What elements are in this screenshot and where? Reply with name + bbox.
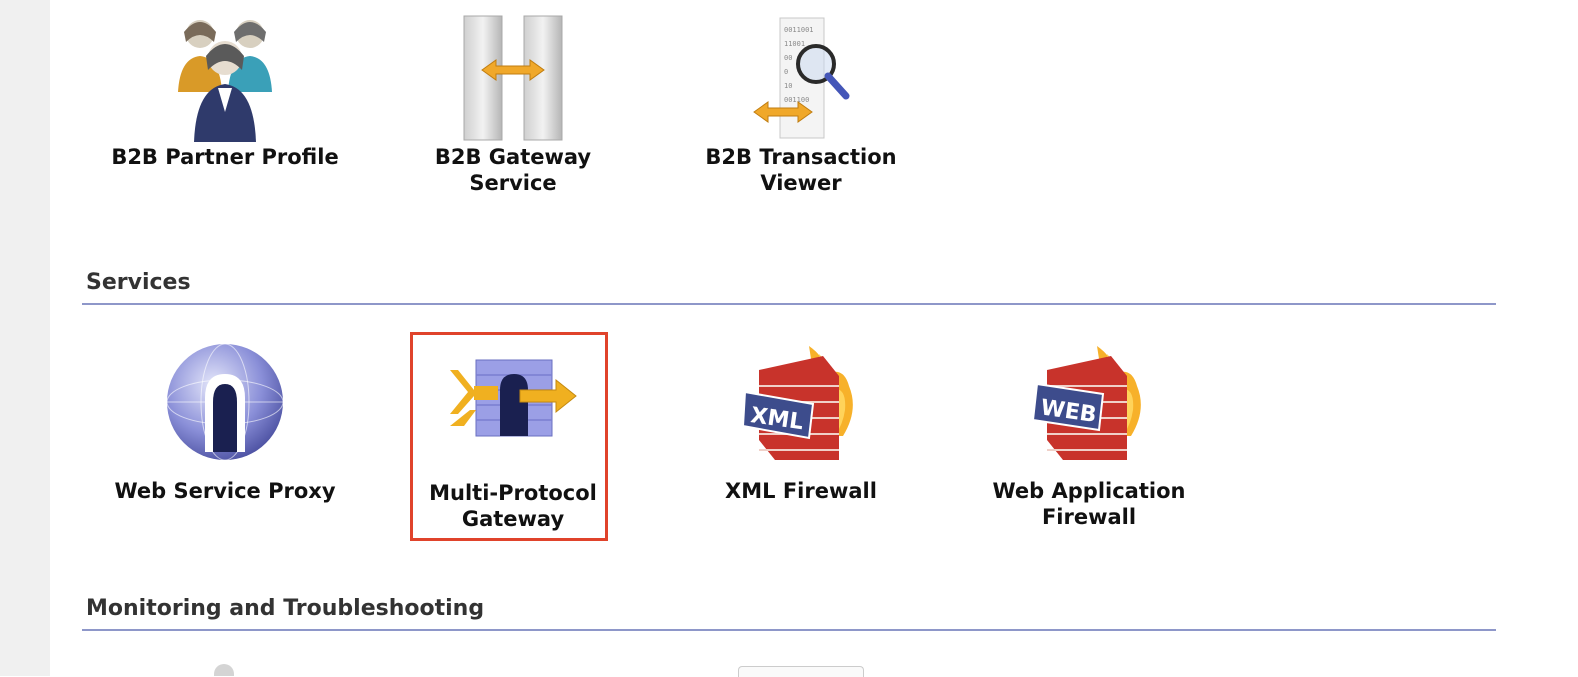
svg-text:00: 00 <box>784 54 792 62</box>
b2b-gateway-service-icon <box>463 15 563 141</box>
xml-firewall-icon: XML <box>741 346 853 460</box>
web-application-firewall-label: Web Application Firewall <box>992 479 1186 529</box>
svg-text:0011001: 0011001 <box>784 26 814 34</box>
monitoring-heading: Monitoring and Troubleshooting <box>86 596 485 621</box>
web-application-firewall-icon: WEB <box>1031 346 1141 460</box>
svg-text:11001: 11001 <box>784 40 805 48</box>
svg-text:10: 10 <box>784 82 792 90</box>
monitoring-item-icon-partial <box>738 666 864 677</box>
web-application-firewall-tile[interactable]: WEB Web Application Firewall <box>944 340 1234 530</box>
b2b-transaction-viewer-label: B2B Transaction Viewer <box>705 145 897 195</box>
svg-text:001100: 001100 <box>784 96 809 104</box>
services-divider <box>82 303 1496 305</box>
b2b-transaction-viewer-tile[interactable]: 0011001 11001 00 0 10 001100 B2B Transac… <box>656 12 946 196</box>
multi-protocol-gateway-label: Multi-Protocol Gateway <box>429 481 597 531</box>
b2b-gateway-service-tile[interactable]: B2B Gateway Service <box>368 12 658 196</box>
b2b-gateway-service-label: B2B Gateway Service <box>434 145 592 195</box>
xml-firewall-tile[interactable]: XML XML Firewall <box>656 340 946 504</box>
b2b-partner-profile-label: B2B Partner Profile <box>111 145 339 169</box>
b2b-partner-profile-tile[interactable]: B2B Partner Profile <box>80 12 370 170</box>
b2b-partner-profile-icon <box>178 20 272 142</box>
monitoring-divider <box>82 629 1496 631</box>
left-gutter <box>0 0 50 676</box>
web-service-proxy-tile[interactable]: Web Service Proxy <box>80 340 370 504</box>
web-service-proxy-label: Web Service Proxy <box>114 479 336 503</box>
services-heading: Services <box>86 270 191 295</box>
globe-gateway-icon <box>166 343 284 461</box>
xml-firewall-label: XML Firewall <box>725 479 877 503</box>
monitoring-item-icon-partial <box>214 664 234 676</box>
multi-protocol-gateway-icon <box>450 359 577 437</box>
b2b-transaction-viewer-icon: 0011001 11001 00 0 10 001100 <box>753 17 850 139</box>
multi-protocol-gateway-tile[interactable]: Multi-Protocol Gateway <box>368 340 658 532</box>
svg-text:0: 0 <box>784 68 788 76</box>
control-panel-content: B2B Partner Profile B2B Gateway Service … <box>50 0 1578 677</box>
